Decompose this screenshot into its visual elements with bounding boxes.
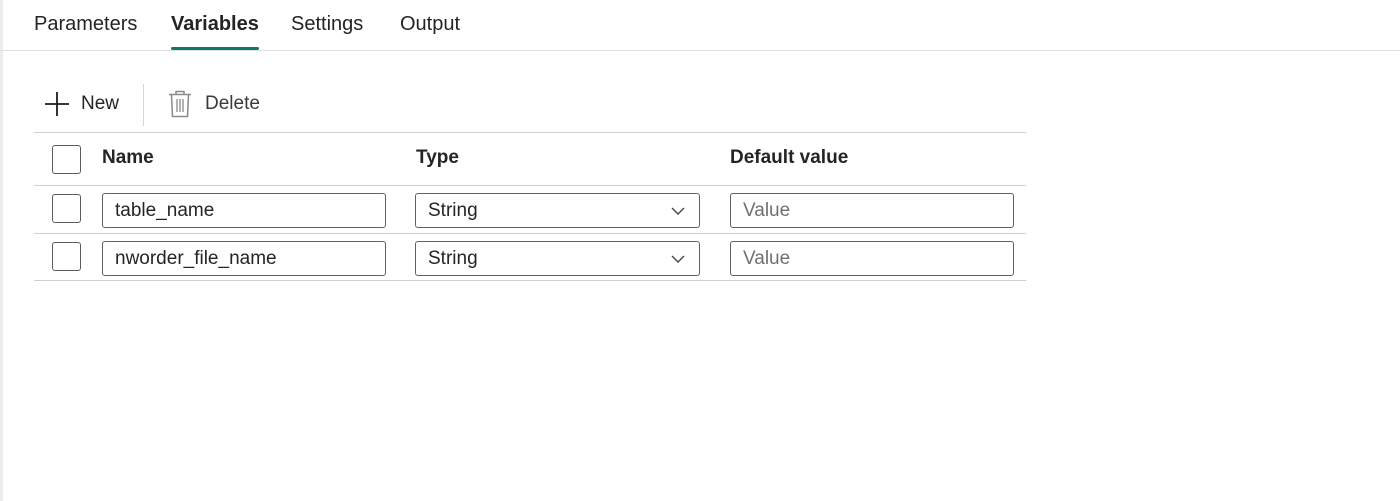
new-variable-button[interactable]: New	[44, 82, 119, 126]
variable-name-input[interactable]	[102, 193, 386, 228]
tab-bar: Parameters Variables Settings Output	[0, 0, 1400, 51]
default-value-input[interactable]	[730, 193, 1014, 228]
variable-name-input[interactable]	[102, 241, 386, 276]
row-checkbox[interactable]	[52, 194, 81, 223]
tab-output[interactable]: Output	[400, 0, 460, 50]
row-checkbox[interactable]	[52, 242, 81, 271]
select-all-checkbox[interactable]	[52, 145, 81, 174]
tab-variables[interactable]: Variables	[171, 0, 259, 50]
delete-variable-button[interactable]: Delete	[168, 82, 260, 126]
table-row: String	[34, 233, 1026, 281]
variables-toolbar: New Delete	[34, 82, 1026, 132]
column-header-name: Name	[102, 147, 154, 168]
chevron-down-icon	[671, 255, 685, 263]
variable-type-select[interactable]: String	[415, 193, 700, 228]
table-header-row: Name Type Default value	[34, 132, 1026, 185]
panel-left-edge	[0, 0, 3, 501]
variable-type-value: String	[428, 199, 478, 221]
chevron-down-icon	[671, 207, 685, 215]
table-row: String	[34, 185, 1026, 233]
variables-table: Name Type Default value String String	[34, 132, 1026, 281]
variable-type-value: String	[428, 247, 478, 269]
trash-icon	[169, 90, 191, 118]
tab-settings[interactable]: Settings	[291, 0, 363, 50]
column-header-type: Type	[416, 147, 459, 168]
delete-button-label: Delete	[205, 93, 260, 114]
column-header-default-value: Default value	[730, 147, 849, 168]
default-value-input[interactable]	[730, 241, 1014, 276]
new-button-label: New	[81, 93, 120, 114]
plus-icon	[45, 92, 69, 116]
toolbar-divider	[143, 84, 144, 126]
variable-type-select[interactable]: String	[415, 241, 700, 276]
tab-parameters[interactable]: Parameters	[34, 0, 137, 50]
